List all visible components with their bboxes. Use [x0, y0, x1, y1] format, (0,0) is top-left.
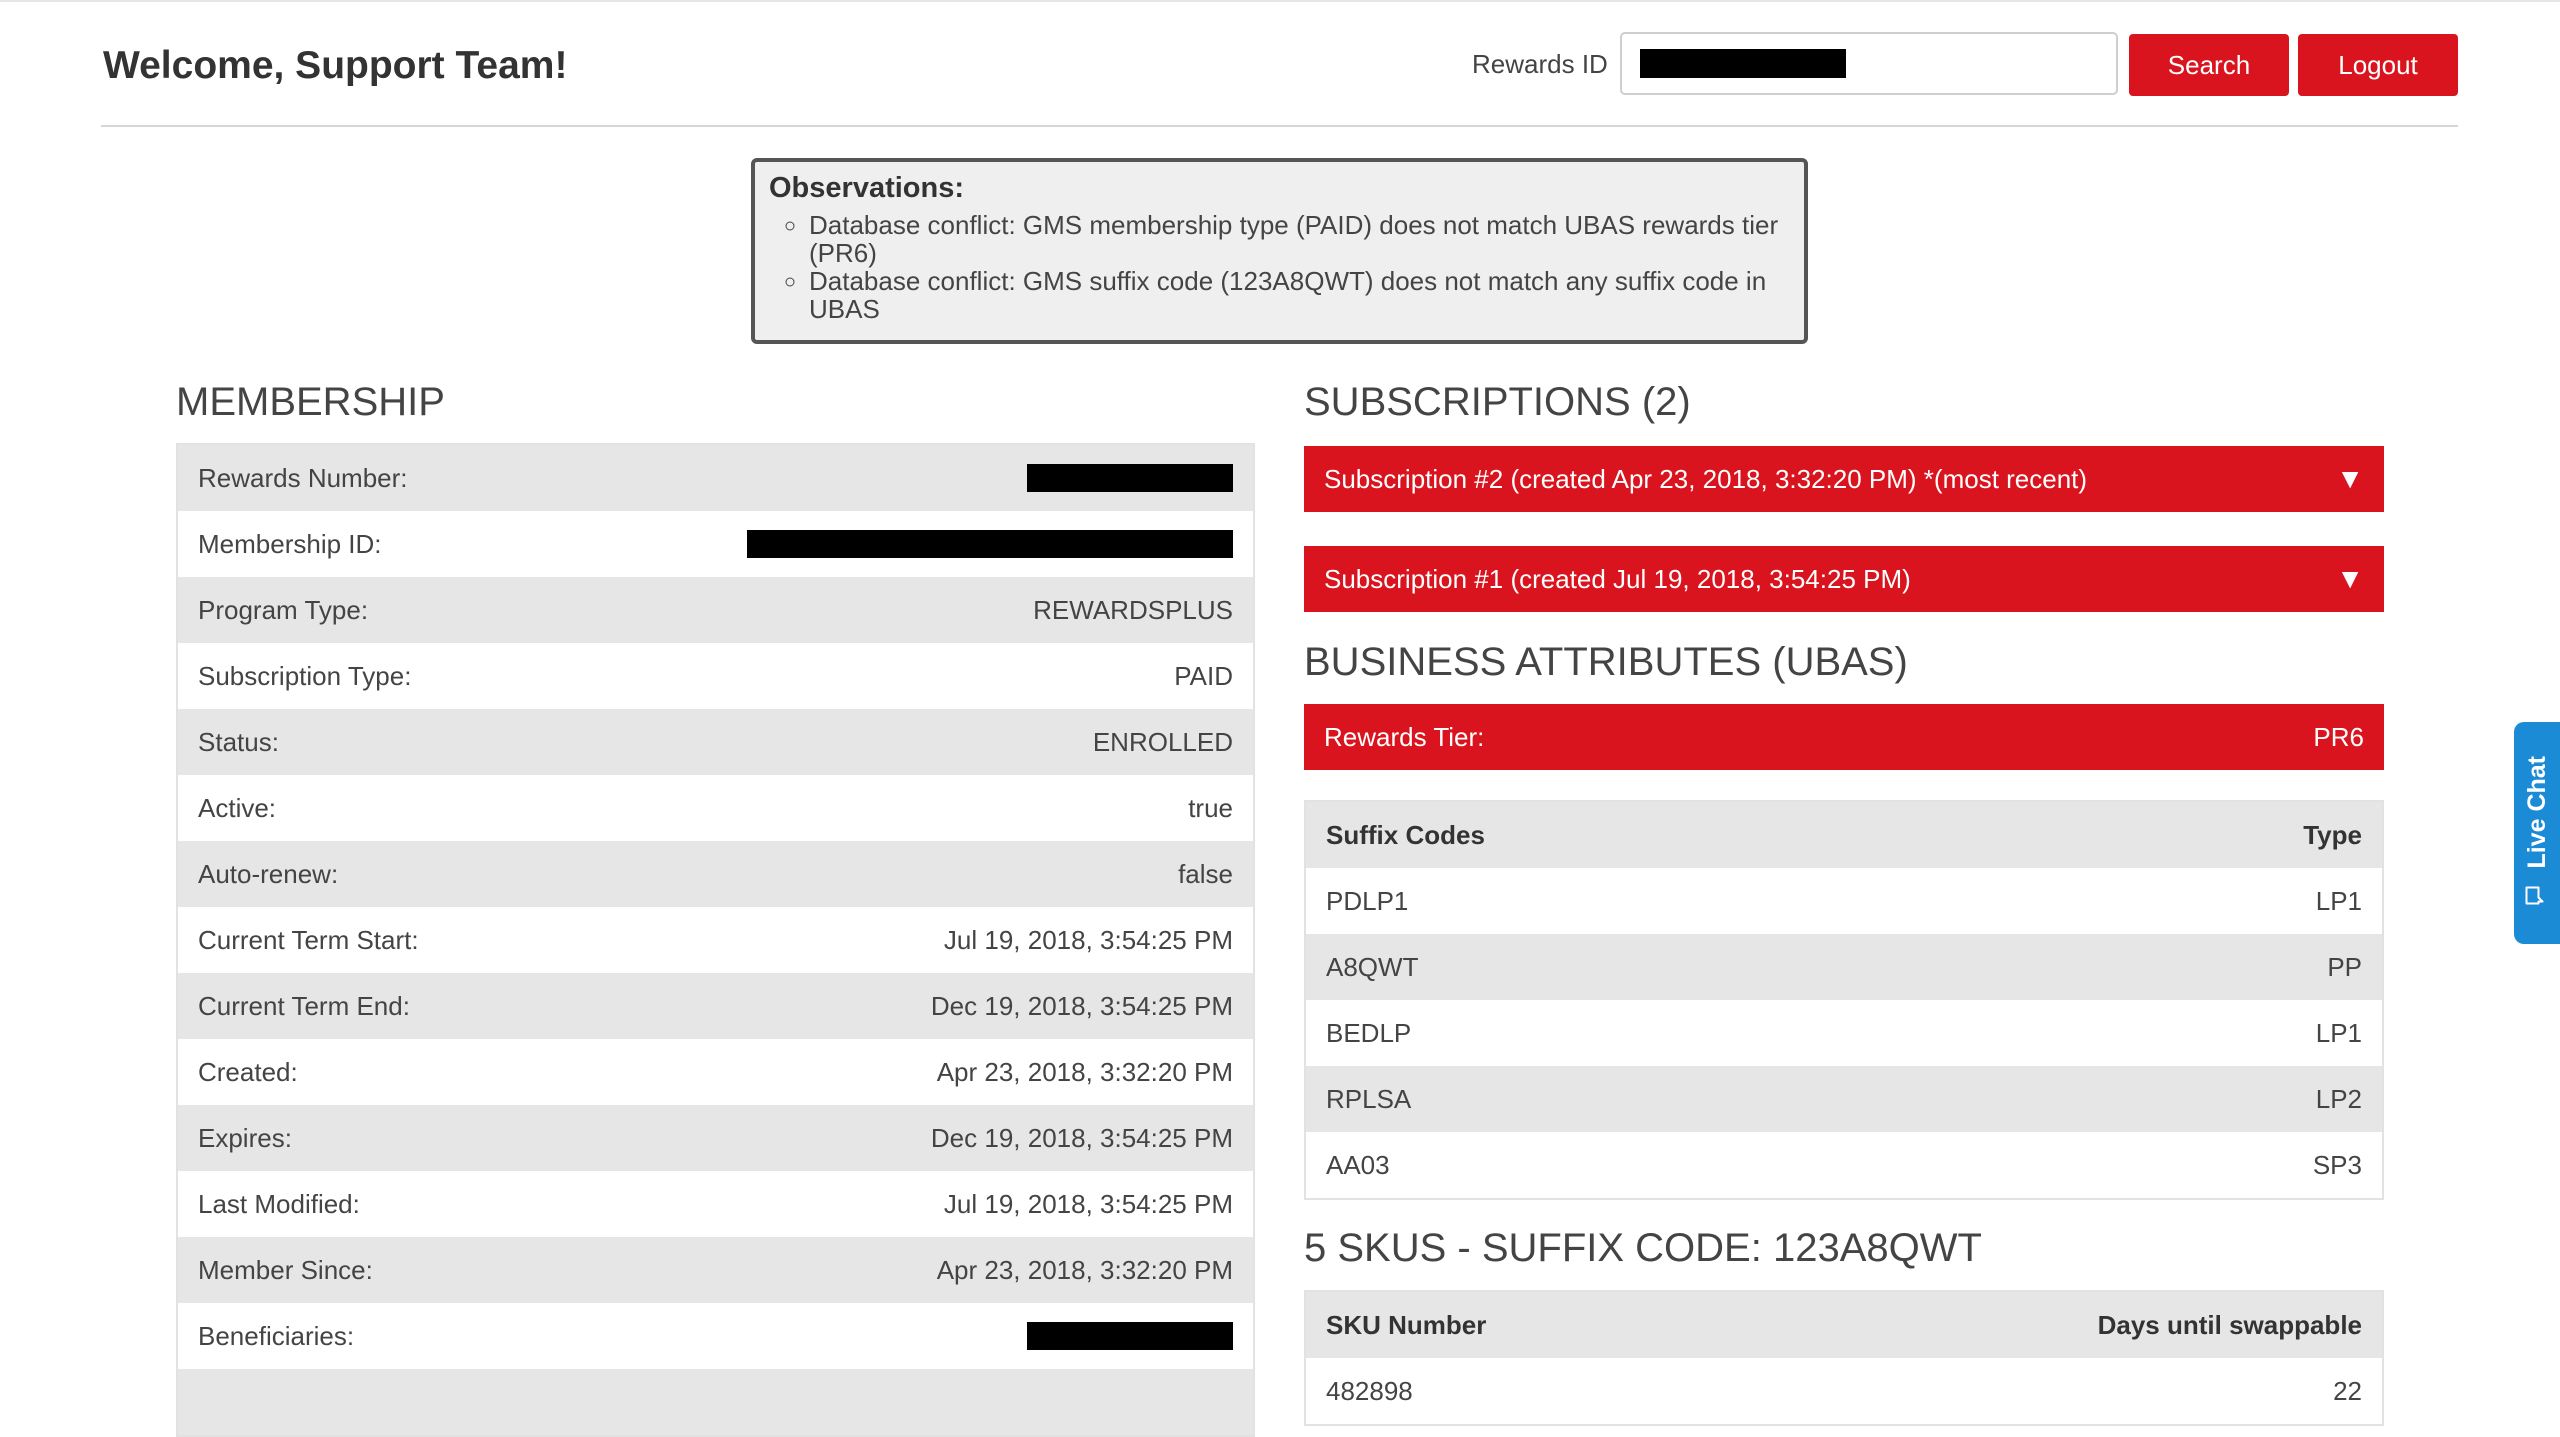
- suffix-code: BEDLP: [1326, 1017, 1412, 1048]
- suffix-codes-table: Suffix Codes Type PDLP1 LP1 A8QWT PP BED…: [1304, 800, 2384, 1200]
- table-row: PDLP1 LP1: [1306, 868, 2382, 934]
- suffix-type: LP1: [2315, 1017, 2362, 1048]
- header-divider: [101, 125, 2458, 127]
- table-row: RPLSA LP2: [1306, 1066, 2382, 1132]
- sku-number: 482898: [1326, 1375, 1413, 1406]
- row-value: PAID: [1174, 660, 1233, 691]
- observation-item: Database conflict: GMS membership type (…: [809, 211, 1788, 267]
- rewards-tier-label: Rewards Tier:: [1324, 721, 1485, 752]
- membership-row-current-term-end: Current Term End: Dec 19, 2018, 3:54:25 …: [178, 973, 1253, 1039]
- membership-table: Rewards Number: Membership ID: Program T…: [176, 443, 1255, 1437]
- business-attributes-title: BUSINESS ATTRIBUTES (UBAS): [1304, 640, 1908, 684]
- page-title: Welcome, Support Team!: [103, 44, 568, 87]
- subscription-2-toggle[interactable]: Subscription #2 (created Apr 23, 2018, 3…: [1304, 446, 2384, 512]
- redacted-value: [1027, 464, 1233, 492]
- membership-row-membership-id: Membership ID:: [178, 511, 1253, 577]
- row-label: Current Term Start:: [198, 924, 419, 955]
- table-row: AA03 SP3: [1306, 1132, 2382, 1198]
- subscription-label: Subscription #2 (created Apr 23, 2018, 3…: [1324, 463, 2088, 494]
- membership-row-cutoff: [178, 1369, 1253, 1435]
- membership-title: MEMBERSHIP: [176, 380, 445, 424]
- membership-row-member-since: Member Since: Apr 23, 2018, 3:32:20 PM: [178, 1237, 1253, 1303]
- observations-title: Observations:: [769, 172, 964, 204]
- subscriptions-title: SUBSCRIPTIONS (2): [1304, 380, 1691, 424]
- search-button[interactable]: Search: [2129, 34, 2289, 96]
- row-value: true: [1188, 792, 1233, 823]
- logout-button[interactable]: Logout: [2298, 34, 2458, 96]
- observations-list: Database conflict: GMS membership type (…: [769, 211, 1788, 323]
- membership-row-status: Status: ENROLLED: [178, 709, 1253, 775]
- row-value: Dec 19, 2018, 3:54:25 PM: [930, 990, 1233, 1021]
- row-label: Program Type:: [198, 594, 369, 625]
- column-header-days-until-swappable: Days until swappable: [2097, 1309, 2362, 1340]
- chat-bubble-icon: [2523, 883, 2552, 907]
- membership-row-expires: Expires: Dec 19, 2018, 3:54:25 PM: [178, 1105, 1253, 1171]
- row-value: false: [1178, 858, 1233, 889]
- table-row: BEDLP LP1: [1306, 1000, 2382, 1066]
- suffix-code: A8QWT: [1326, 951, 1419, 982]
- membership-row-last-modified: Last Modified: Jul 19, 2018, 3:54:25 PM: [178, 1171, 1253, 1237]
- row-label: Status:: [198, 726, 279, 757]
- row-label: Auto-renew:: [198, 858, 339, 889]
- redacted-rewards-id: [1640, 49, 1846, 78]
- row-value: Jul 19, 2018, 3:54:25 PM: [943, 924, 1233, 955]
- caret-down-icon: ▼: [2336, 463, 2364, 494]
- rewards-tier-value: PR6: [2313, 721, 2364, 752]
- row-label: Last Modified:: [198, 1188, 360, 1219]
- suffix-type: LP1: [2315, 885, 2362, 916]
- row-value: Apr 23, 2018, 3:32:20 PM: [936, 1254, 1233, 1285]
- table-header: SKU Number Days until swappable: [1306, 1292, 2382, 1358]
- redacted-value: [747, 530, 1233, 558]
- suffix-type: PP: [2327, 951, 2362, 982]
- skus-table: SKU Number Days until swappable 482898 2…: [1304, 1290, 2384, 1426]
- days-until-swappable: 22: [2333, 1375, 2362, 1406]
- row-value: REWARDSPLUS: [1033, 594, 1233, 625]
- subscription-1-toggle[interactable]: Subscription #1 (created Jul 19, 2018, 3…: [1304, 546, 2384, 612]
- row-label: Membership ID:: [198, 528, 382, 559]
- table-row: 482898 22: [1306, 1358, 2382, 1424]
- column-header-type: Type: [2303, 819, 2362, 850]
- membership-row-program-type: Program Type: REWARDSPLUS: [178, 577, 1253, 643]
- membership-row-active: Active: true: [178, 775, 1253, 841]
- row-value: ENROLLED: [1092, 726, 1233, 757]
- row-label: Created:: [198, 1056, 298, 1087]
- suffix-code: RPLSA: [1326, 1083, 1412, 1114]
- live-chat-label: Live Chat: [2522, 756, 2551, 869]
- table-header: Suffix Codes Type: [1306, 802, 2382, 868]
- row-label: Current Term End:: [198, 990, 410, 1021]
- observations-panel: Observations: Database conflict: GMS mem…: [751, 158, 1808, 344]
- top-border: [0, 0, 2560, 2]
- membership-row-auto-renew: Auto-renew: false: [178, 841, 1253, 907]
- subscription-label: Subscription #1 (created Jul 19, 2018, 3…: [1324, 563, 1911, 594]
- membership-row-current-term-start: Current Term Start: Jul 19, 2018, 3:54:2…: [178, 907, 1253, 973]
- rewards-id-label: Rewards ID: [1472, 49, 1608, 79]
- rewards-tier-bar: Rewards Tier: PR6: [1304, 704, 2384, 770]
- membership-row-beneficiaries: Beneficiaries:: [178, 1303, 1253, 1369]
- column-header-sku-number: SKU Number: [1326, 1309, 1487, 1340]
- live-chat-tab[interactable]: Live Chat: [2514, 722, 2560, 944]
- row-label: Expires:: [198, 1122, 292, 1153]
- suffix-type: SP3: [2312, 1149, 2362, 1180]
- row-value: Dec 19, 2018, 3:54:25 PM: [930, 1122, 1233, 1153]
- row-value: Jul 19, 2018, 3:54:25 PM: [943, 1188, 1233, 1219]
- suffix-code: AA03: [1326, 1149, 1390, 1180]
- row-label: Active:: [198, 792, 277, 823]
- row-label: Beneficiaries:: [198, 1320, 355, 1351]
- membership-row-rewards-number: Rewards Number:: [178, 445, 1253, 511]
- skus-title: 5 SKUS - SUFFIX CODE: 123A8QWT: [1304, 1226, 1982, 1270]
- redacted-value: [1027, 1322, 1233, 1350]
- suffix-type: LP2: [2315, 1083, 2362, 1114]
- column-header-suffix-codes: Suffix Codes: [1326, 819, 1485, 850]
- membership-row-created: Created: Apr 23, 2018, 3:32:20 PM: [178, 1039, 1253, 1105]
- row-value: Apr 23, 2018, 3:32:20 PM: [936, 1056, 1233, 1087]
- caret-down-icon: ▼: [2336, 563, 2364, 594]
- row-label: Member Since:: [198, 1254, 373, 1285]
- row-label: Subscription Type:: [198, 660, 412, 691]
- table-row: A8QWT PP: [1306, 934, 2382, 1000]
- suffix-code: PDLP1: [1326, 885, 1409, 916]
- observation-item: Database conflict: GMS suffix code (123A…: [809, 267, 1788, 323]
- membership-row-subscription-type: Subscription Type: PAID: [178, 643, 1253, 709]
- row-label: Rewards Number:: [198, 462, 408, 493]
